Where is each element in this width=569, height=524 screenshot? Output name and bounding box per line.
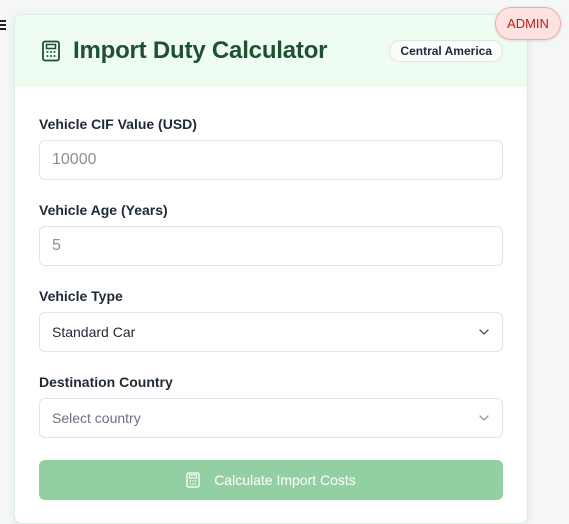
chevron-down-icon [479, 329, 489, 335]
chevron-down-icon [479, 415, 489, 421]
cif-value-input[interactable] [39, 140, 503, 180]
type-label: Vehicle Type [39, 288, 123, 304]
cif-label: Vehicle CIF Value (USD) [39, 116, 197, 132]
destination-country-select[interactable]: Select country [39, 398, 503, 438]
vehicle-type-value: Standard Car [52, 324, 136, 340]
card-header: Import Duty Calculator Central America [15, 15, 527, 87]
calculate-button-label: Calculate Import Costs [214, 472, 356, 488]
menu-icon[interactable] [0, 20, 8, 30]
duty-form: Vehicle CIF Value (USD) Vehicle Age (Yea… [15, 87, 527, 500]
region-badge: Central America [389, 40, 503, 62]
vehicle-age-input[interactable] [39, 226, 503, 266]
admin-badge[interactable]: ADMIN [495, 7, 561, 40]
age-label: Vehicle Age (Years) [39, 202, 168, 218]
type-field-group: Vehicle Type Standard Car [39, 288, 503, 352]
calculator-icon [186, 472, 200, 488]
country-label: Destination Country [39, 374, 173, 390]
calculator-icon [42, 40, 60, 62]
vehicle-type-select[interactable]: Standard Car [39, 312, 503, 352]
calculate-button[interactable]: Calculate Import Costs [39, 460, 503, 500]
country-field-group: Destination Country Select country [39, 374, 503, 438]
page-title: Import Duty Calculator [73, 37, 328, 64]
calculator-card: Import Duty Calculator Central America V… [14, 14, 528, 524]
age-field-group: Vehicle Age (Years) [39, 202, 503, 266]
country-placeholder: Select country [52, 410, 141, 426]
cif-field-group: Vehicle CIF Value (USD) [39, 116, 503, 180]
